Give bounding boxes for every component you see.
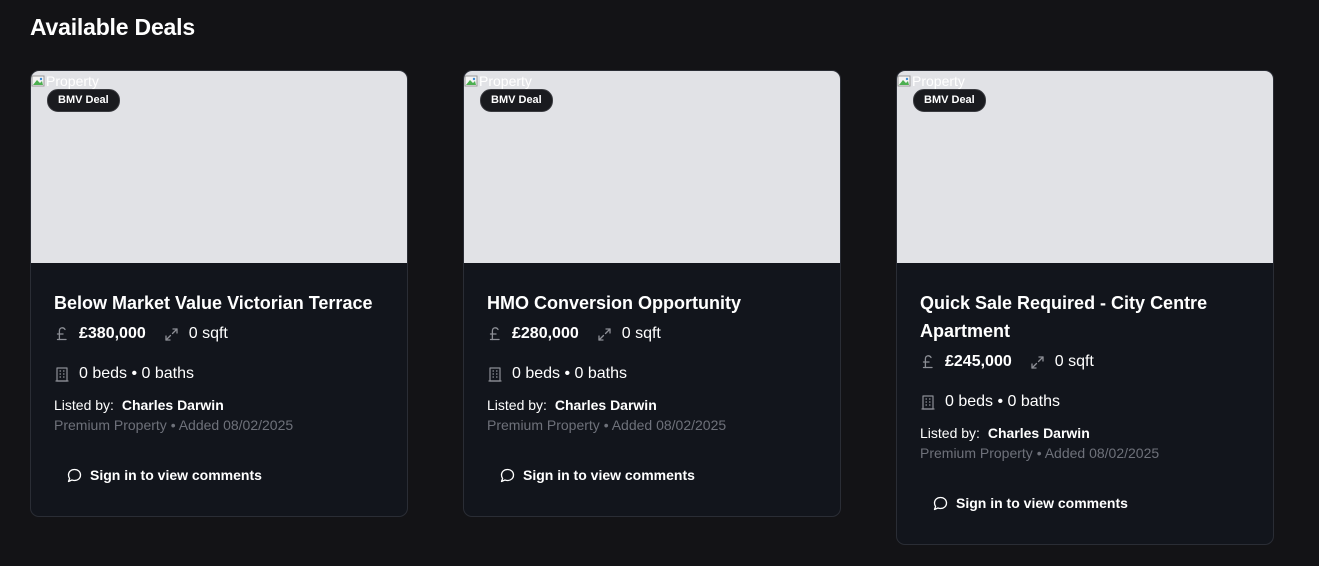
deals-grid: Property BMV Deal Below Market Value Vic… (30, 70, 1274, 545)
price-area-row: £245,000 0 sqft (920, 351, 1250, 373)
deal-title[interactable]: Quick Sale Required - City Centre Apartm… (920, 289, 1250, 345)
expand-arrows-icon (164, 326, 180, 342)
broken-image-icon (464, 74, 478, 88)
expand-arrows-icon (1030, 354, 1046, 370)
bmv-deal-badge: BMV Deal (47, 89, 120, 112)
listed-by-label: Listed by: (487, 397, 547, 413)
page-title: Available Deals (30, 14, 195, 40)
expand-arrows-icon (597, 326, 613, 342)
listed-by: Listed by: Charles Darwin (54, 396, 384, 414)
broken-image-icon (897, 74, 911, 88)
sign-in-comments-button[interactable]: Sign in to view comments (500, 466, 817, 484)
lister-name: Charles Darwin (987, 425, 1090, 441)
image-alt-text: Property (464, 73, 532, 89)
property-sub-info: Premium Property • Added 08/02/2025 (54, 417, 294, 433)
price-value: £280,000 (512, 325, 579, 342)
lister-name: Charles Darwin (121, 397, 224, 413)
building-icon (920, 394, 936, 410)
price-value: £380,000 (79, 325, 146, 342)
deal-title[interactable]: HMO Conversion Opportunity (487, 289, 817, 317)
rooms-value: 0 beds • 0 baths (79, 365, 195, 382)
bmv-deal-badge: BMV Deal (480, 89, 553, 112)
deal-card[interactable]: Property BMV Deal Quick Sale Required - … (896, 70, 1274, 545)
lister-name: Charles Darwin (554, 397, 657, 413)
sign-in-comments-button[interactable]: Sign in to view comments (67, 466, 384, 484)
comments-button-label: Sign in to view comments (523, 467, 695, 483)
rooms-row: 0 beds • 0 baths (920, 391, 1250, 413)
area-value: 0 sqft (1054, 353, 1094, 370)
comments-button-label: Sign in to view comments (956, 495, 1128, 511)
property-image[interactable]: Property BMV Deal (31, 71, 407, 263)
price-area-row: £380,000 0 sqft (54, 323, 384, 345)
listed-by-label: Listed by: (54, 397, 114, 413)
pound-icon (54, 326, 70, 342)
chat-bubble-icon (500, 468, 515, 483)
pound-icon (487, 326, 503, 342)
deal-card[interactable]: Property BMV Deal HMO Conversion Opportu… (463, 70, 841, 517)
listed-by-label: Listed by: (920, 425, 980, 441)
image-alt-text: Property (897, 73, 965, 89)
price-value: £245,000 (945, 353, 1012, 370)
bmv-deal-badge: BMV Deal (913, 89, 986, 112)
rooms-value: 0 beds • 0 baths (945, 393, 1061, 410)
rooms-row: 0 beds • 0 baths (54, 363, 384, 385)
rooms-value: 0 beds • 0 baths (512, 365, 628, 382)
property-image[interactable]: Property BMV Deal (897, 71, 1273, 263)
sign-in-comments-button[interactable]: Sign in to view comments (933, 494, 1250, 512)
area-value: 0 sqft (188, 325, 228, 342)
pound-icon (920, 354, 936, 370)
listed-by: Listed by: Charles Darwin (487, 396, 817, 414)
building-icon (54, 366, 70, 382)
deal-title[interactable]: Below Market Value Victorian Terrace (54, 289, 384, 317)
broken-image-icon (31, 74, 45, 88)
chat-bubble-icon (933, 496, 948, 511)
comments-button-label: Sign in to view comments (90, 467, 262, 483)
chat-bubble-icon (67, 468, 82, 483)
image-alt-text: Property (31, 73, 99, 89)
price-area-row: £280,000 0 sqft (487, 323, 817, 345)
deal-card[interactable]: Property BMV Deal Below Market Value Vic… (30, 70, 408, 517)
property-sub-info: Premium Property • Added 08/02/2025 (920, 445, 1160, 461)
property-image[interactable]: Property BMV Deal (464, 71, 840, 263)
building-icon (487, 366, 503, 382)
rooms-row: 0 beds • 0 baths (487, 363, 817, 385)
listed-by: Listed by: Charles Darwin (920, 424, 1250, 442)
area-value: 0 sqft (621, 325, 661, 342)
property-sub-info: Premium Property • Added 08/02/2025 (487, 417, 727, 433)
